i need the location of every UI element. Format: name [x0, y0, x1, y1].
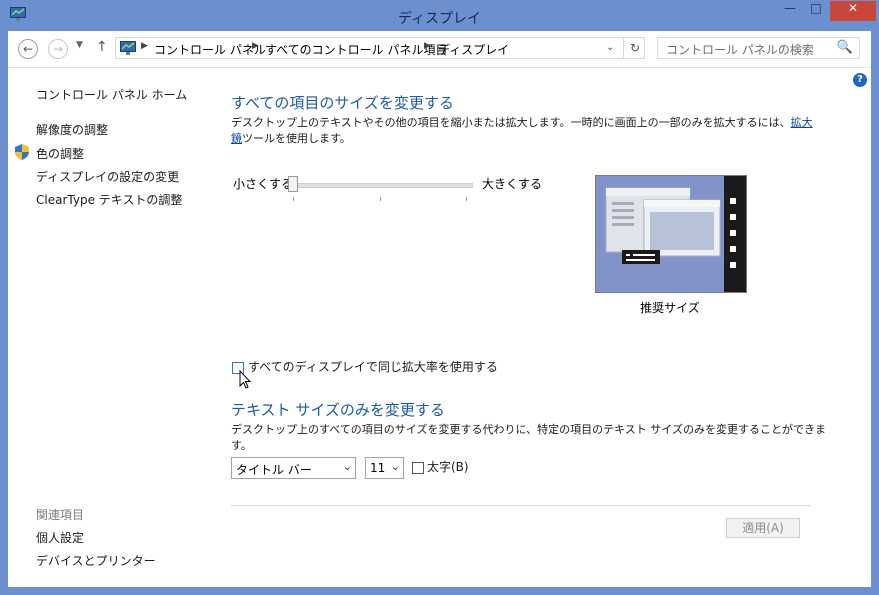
text-size-description: デスクトップ上のすべての項目のサイズを変更する代わりに、特定の項目のテキスト サ…	[231, 423, 826, 452]
slider-tick	[380, 197, 381, 201]
window: ディスプレイ — □ ✕ ← → ▼ ↑ ▶ コントロール パネル ▶ すべての…	[0, 0, 879, 595]
maximize-button[interactable]: □	[803, 1, 829, 21]
sidebar-item-personalize[interactable]: 個人設定	[36, 529, 84, 546]
window-title: ディスプレイ	[397, 11, 482, 27]
bold-label[interactable]: 太字(B)	[427, 459, 469, 475]
chevron-down-icon[interactable]: ⌄	[606, 42, 614, 53]
minimize-button[interactable]: —	[777, 1, 803, 21]
item-select[interactable]: タイトル バー ⌄	[231, 457, 356, 479]
bold-checkbox[interactable]	[412, 462, 424, 474]
help-icon[interactable]: ?	[853, 73, 867, 87]
breadcrumb-all-items[interactable]: すべてのコントロール パネル項目	[265, 41, 448, 58]
address-bar: ← → ▼ ↑ ▶ コントロール パネル ▶ すべてのコントロール パネル項目 …	[8, 31, 871, 68]
resize-description-text: デスクトップ上のテキストやその他の項目を縮小または拡大します。一時的に画面上の一…	[231, 116, 791, 129]
search-placeholder: コントロール パネルの検索	[666, 43, 814, 57]
apply-button[interactable]: 適用(A)	[726, 518, 800, 538]
breadcrumb-separator[interactable]: ▶	[141, 41, 148, 51]
mouse-cursor-icon	[239, 370, 251, 389]
slider-tick	[293, 197, 294, 201]
size-slider-track[interactable]	[289, 183, 473, 188]
recent-locations-dropdown[interactable]: ▼	[76, 40, 83, 50]
sidebar-item-home[interactable]: コントロール パネル ホーム	[36, 86, 187, 103]
title-bar[interactable]: ディスプレイ — □ ✕	[0, 0, 879, 32]
resize-description: デスクトップ上のテキストやその他の項目を縮小または拡大します。一時的に画面上の一…	[231, 115, 821, 147]
font-size-value: 11	[370, 461, 386, 475]
sidebar-item-cleartype[interactable]: ClearType テキストの調整	[36, 191, 182, 208]
slider-tick	[466, 197, 467, 201]
resize-section-title: すべての項目のサイズを変更する	[231, 94, 454, 112]
close-button[interactable]: ✕	[830, 1, 876, 21]
preview-caption: 推奨サイズ	[640, 301, 700, 315]
related-header: 関連項目	[36, 508, 85, 522]
same-scale-label[interactable]: すべてのディスプレイで同じ拡大率を使用する	[248, 359, 498, 375]
preview-illustration	[596, 176, 746, 292]
size-slider-thumb[interactable]	[288, 176, 298, 192]
font-size-select[interactable]: 11 ⌄	[365, 457, 404, 479]
item-select-value: タイトル バー	[236, 463, 312, 477]
address-path[interactable]: ▶ コントロール パネル ▶ すべてのコントロール パネル項目 ▶ ディスプレイ…	[115, 37, 645, 59]
slider-min-label: 小さくする	[233, 177, 294, 191]
breadcrumb-separator[interactable]: ▶	[252, 41, 259, 51]
sidebar-item-devices[interactable]: デバイスとプリンター	[36, 552, 156, 569]
sidebar-item-color[interactable]: 色の調整	[36, 145, 84, 162]
search-icon[interactable]: 🔍	[837, 40, 853, 55]
search-input[interactable]: コントロール パネルの検索 🔍	[657, 37, 860, 59]
control-panel-icon	[120, 41, 136, 55]
slider-max-label: 大きくする	[482, 177, 543, 191]
breadcrumb-separator[interactable]: ▶	[424, 41, 431, 51]
text-size-section-title: テキスト サイズのみを変更する	[231, 401, 445, 419]
size-preview-image	[595, 175, 747, 293]
resize-description-text-end: ツールを使用します。	[242, 132, 351, 145]
chevron-down-icon[interactable]: ⌄	[391, 460, 400, 473]
client-area: ← → ▼ ↑ ▶ コントロール パネル ▶ すべてのコントロール パネル項目 …	[8, 31, 871, 587]
breadcrumb-display[interactable]: ディスプレイ	[438, 41, 509, 58]
up-button[interactable]: ↑	[96, 39, 108, 55]
chevron-down-icon[interactable]: ⌄	[343, 460, 352, 473]
uac-shield-icon	[15, 144, 29, 160]
breadcrumb-control-panel[interactable]: コントロール パネル	[154, 41, 266, 58]
back-button[interactable]: ←	[18, 39, 38, 59]
refresh-button[interactable]: ↻	[623, 38, 646, 58]
sidebar-item-display-settings[interactable]: ディスプレイの設定の変更	[36, 168, 179, 185]
sidebar-item-resolution[interactable]: 解像度の調整	[36, 121, 108, 138]
forward-button[interactable]: →	[48, 39, 68, 59]
divider	[231, 505, 811, 506]
